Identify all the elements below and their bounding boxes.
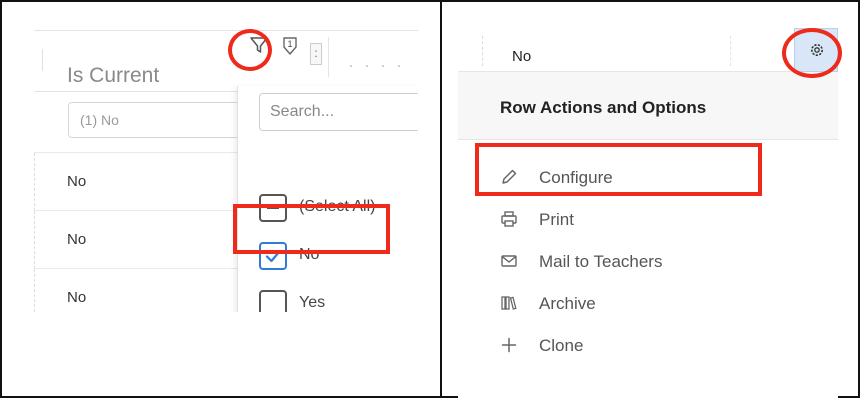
- column-menu-button[interactable]: :: [310, 43, 322, 65]
- table-cell: No: [67, 289, 87, 306]
- table-row[interactable]: No: [34, 210, 238, 269]
- header-divider: [328, 37, 329, 77]
- grid-filter-panel: Is Current 1 : (1) No No No No Search...: [34, 30, 418, 312]
- menu-item-mail-to-teachers[interactable]: Mail to Teachers: [458, 242, 838, 282]
- mail-icon: [501, 255, 517, 267]
- filter-dropdown: Search... (Select All) No Yes: [237, 86, 418, 312]
- row-edge: [34, 211, 35, 269]
- menu-item-clone[interactable]: Clone: [458, 326, 838, 366]
- filter-option-label: Yes: [299, 294, 326, 311]
- column-separator: [42, 49, 43, 71]
- sort-badge-icon[interactable]: 1: [280, 35, 300, 57]
- table-row[interactable]: No: [34, 268, 238, 312]
- row-actions-panel: No Row Actions and Options Configure Pri…: [458, 28, 838, 398]
- table-cell: No: [67, 173, 87, 190]
- column-header: Is Current 1 :: [34, 30, 418, 92]
- menu-item-label: Archive: [539, 294, 596, 313]
- filter-count: 1: [287, 39, 292, 49]
- panel-divider: [440, 0, 442, 398]
- table-cell: No: [512, 48, 532, 65]
- plus-icon: [501, 337, 517, 353]
- menu-title: Row Actions and Options: [500, 98, 707, 117]
- column-title: Is Current: [67, 64, 160, 87]
- menu-header: Row Actions and Options: [458, 72, 838, 140]
- menu-item-label: Mail to Teachers: [539, 252, 663, 271]
- archive-icon: [501, 296, 517, 310]
- row-edge: [482, 36, 483, 66]
- highlight-box-configure: [475, 143, 762, 196]
- row-edge: [34, 153, 35, 211]
- checkbox-unchecked-icon[interactable]: [259, 290, 287, 312]
- highlight-box-option-no: [233, 204, 390, 254]
- header-dots: [330, 65, 418, 67]
- highlight-circle-gear: [782, 28, 842, 78]
- highlight-circle-filter: [228, 29, 272, 71]
- row-edge: [730, 36, 731, 66]
- table-cell: No: [67, 231, 87, 248]
- filter-search-input[interactable]: Search...: [259, 93, 418, 131]
- menu-item-label: Print: [539, 210, 574, 229]
- menu-item-label: Clone: [539, 336, 584, 355]
- table-row[interactable]: No: [34, 152, 238, 211]
- menu-item-archive[interactable]: Archive: [458, 284, 838, 324]
- printer-icon: [501, 211, 517, 227]
- menu-item-print[interactable]: Print: [458, 200, 838, 240]
- table-row[interactable]: No: [458, 28, 838, 72]
- row-edge: [34, 269, 35, 312]
